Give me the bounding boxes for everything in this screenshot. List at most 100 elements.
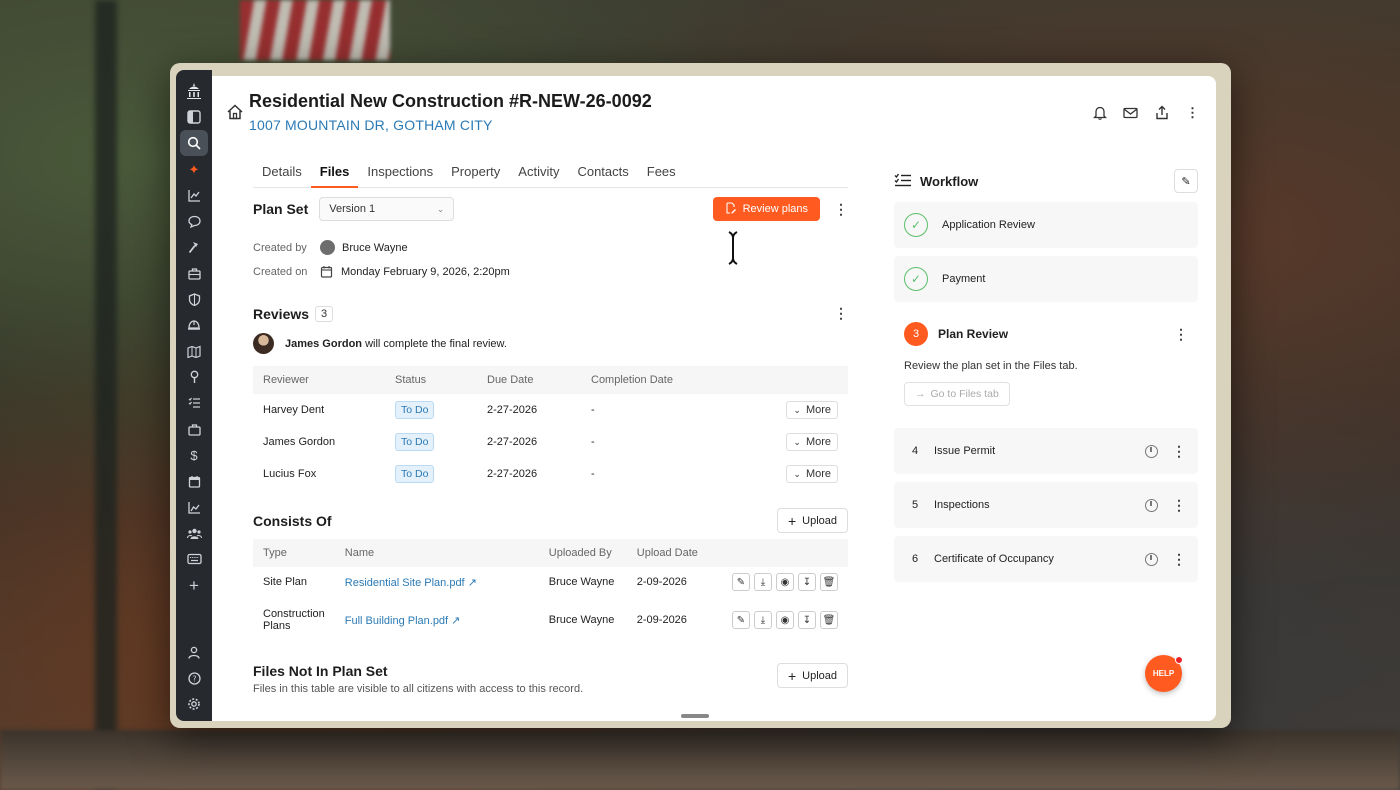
workflow-step-label: Issue Permit [934, 445, 996, 457]
workflow-step-upcoming[interactable]: 4 Issue Permit ⋮ [894, 428, 1198, 474]
upload-button[interactable]: + Upload [776, 663, 848, 688]
edit-icon[interactable]: ✎ [732, 611, 750, 629]
dollar-icon[interactable]: $ [180, 442, 208, 468]
edit-icon[interactable]: ✎ [732, 573, 750, 591]
files-content: Plan Set Version 1 ⌄ Review plans ⋮ Crea… [253, 196, 848, 695]
panel-icon[interactable] [180, 104, 208, 130]
more-vertical-icon[interactable]: ⋮ [1183, 103, 1202, 122]
search-icon[interactable] [180, 130, 208, 156]
checklist-icon[interactable] [180, 390, 208, 416]
workflow-step-upcoming[interactable]: 5 Inspections ⋮ [894, 482, 1198, 528]
sparkle-icon[interactable]: ✦ [180, 156, 208, 182]
completion-date: - [591, 404, 595, 416]
chat-icon[interactable] [180, 208, 208, 234]
shield-icon[interactable] [180, 286, 208, 312]
workflow-step-completed[interactable]: ✓ Payment [894, 256, 1198, 302]
move-icon[interactable]: ↧ [798, 573, 816, 591]
chevron-down-icon: ⌄ [793, 404, 801, 415]
bell-icon[interactable] [1090, 103, 1109, 122]
step-more-icon[interactable]: ⋮ [1172, 551, 1186, 568]
map-icon[interactable] [180, 338, 208, 364]
tab-contacts[interactable]: Contacts [568, 156, 637, 188]
scroll-handle[interactable] [681, 714, 709, 718]
more-button[interactable]: ⌄ More [786, 433, 838, 451]
more-label: More [805, 404, 831, 416]
created-on-row: Created on Monday February 9, 2026, 2:20… [253, 265, 848, 278]
step-more-icon[interactable]: ⋮ [1174, 326, 1188, 343]
workflow-step-upcoming[interactable]: 6 Certificate of Occupancy ⋮ [894, 536, 1198, 582]
download-icon[interactable]: ⤓ [754, 611, 772, 629]
plan-set-more-icon[interactable]: ⋮ [834, 201, 848, 218]
page-title: Residential New Construction #R-NEW-26-0… [249, 91, 652, 111]
workflow-step-description: Review the plan set in the Files tab. [904, 360, 1078, 372]
reviews-more-icon[interactable]: ⋮ [834, 305, 848, 322]
settings-icon[interactable] [180, 691, 208, 717]
due-date: 2-27-2026 [487, 404, 538, 416]
briefcase-icon[interactable] [180, 260, 208, 286]
download-icon[interactable]: ⤓ [754, 573, 772, 591]
more-button[interactable]: ⌄ More [786, 465, 838, 483]
team-icon[interactable] [180, 520, 208, 546]
due-date: 2-27-2026 [487, 468, 538, 480]
reviews-heading: Reviews [253, 305, 310, 322]
tab-files[interactable]: Files [310, 156, 359, 188]
created-on-value: Monday February 9, 2026, 2:20pm [341, 265, 510, 278]
reviews-table: Reviewer Status Due Date Completion Date… [253, 366, 848, 490]
file-type: Construction Plans [263, 608, 325, 632]
check-circle-icon: ✓ [904, 213, 928, 237]
review-plans-button[interactable]: Review plans [712, 197, 820, 221]
move-icon[interactable]: ↧ [798, 611, 816, 629]
helmet-icon[interactable] [180, 312, 208, 338]
column-header: Completion Date [591, 374, 673, 386]
file-link[interactable]: Residential Site Plan.pdf [345, 577, 465, 589]
keyboard-icon[interactable] [180, 546, 208, 572]
upload-button[interactable]: + Upload [776, 508, 848, 533]
go-to-files-button[interactable]: → Go to Files tab [904, 382, 1010, 406]
tab-details[interactable]: Details [253, 156, 311, 188]
calendar-icon[interactable] [180, 468, 208, 494]
workflow-header: Workflow ✎ [894, 168, 1198, 194]
hammer-icon[interactable] [180, 234, 208, 260]
completion-date: - [591, 468, 595, 480]
clock-icon [1145, 498, 1158, 512]
capitol-icon[interactable] [180, 78, 208, 104]
chart-icon[interactable] [180, 182, 208, 208]
eye-icon[interactable]: ◉ [776, 573, 794, 591]
tab-inspections[interactable]: Inspections [358, 156, 442, 188]
pin-icon[interactable] [180, 364, 208, 390]
more-button[interactable]: ⌄ More [786, 401, 838, 419]
plus-icon: + [787, 667, 797, 684]
completion-date: - [591, 436, 595, 448]
house-icon [226, 103, 244, 121]
record-header: Residential New Construction #R-NEW-26-0… [212, 76, 1216, 146]
clock-icon [1145, 444, 1158, 458]
notification-dot [1175, 656, 1183, 664]
step-more-icon[interactable]: ⋮ [1172, 443, 1186, 460]
eye-icon[interactable]: ◉ [776, 611, 794, 629]
tab-property[interactable]: Property [442, 156, 509, 188]
plus-icon[interactable]: + [180, 572, 208, 598]
chevron-down-icon: ⌄ [793, 436, 801, 447]
external-link-icon[interactable]: ↗ [468, 577, 477, 589]
user-icon[interactable] [180, 639, 208, 665]
external-link-icon[interactable]: ↗ [451, 615, 460, 627]
share-icon[interactable] [1152, 103, 1171, 122]
arrow-right-icon: → [915, 388, 926, 400]
workflow-step-active: 3 Plan Review ⋮ Review the plan set in t… [894, 310, 1198, 416]
workflow-step-completed[interactable]: ✓ Application Review [894, 202, 1198, 248]
analytics-icon[interactable] [180, 494, 208, 520]
record-address-link[interactable]: 1007 MOUNTAIN DR, GOTHAM CITY [249, 117, 493, 133]
file-link[interactable]: Full Building Plan.pdf [345, 615, 448, 627]
tab-fees[interactable]: Fees [638, 156, 685, 188]
step-more-icon[interactable]: ⋮ [1172, 497, 1186, 514]
help-circle-icon[interactable]: ? [180, 665, 208, 691]
trash-icon[interactable]: 🗑 [820, 573, 838, 591]
toolbox-icon[interactable] [180, 416, 208, 442]
trash-icon[interactable]: 🗑 [820, 611, 838, 629]
version-select[interactable]: Version 1 ⌄ [319, 197, 455, 221]
workflow-heading: Workflow [920, 173, 979, 189]
workflow-step-label: Inspections [934, 499, 990, 511]
tab-activity[interactable]: Activity [509, 156, 568, 188]
edit-workflow-button[interactable]: ✎ [1174, 169, 1198, 193]
mail-icon[interactable] [1121, 103, 1140, 122]
